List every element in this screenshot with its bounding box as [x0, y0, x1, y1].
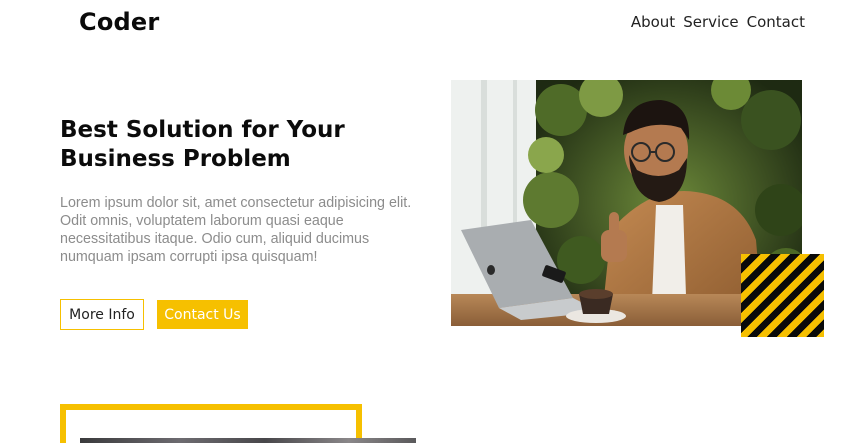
- site-logo[interactable]: Coder: [79, 8, 159, 36]
- hero-description: Lorem ipsum dolor sit, amet consectetur …: [60, 195, 412, 265]
- hero-title: Best Solution for Your Business Problem: [60, 117, 345, 172]
- feature-image: [80, 438, 416, 443]
- nav-contact[interactable]: Contact: [747, 13, 805, 31]
- contact-us-button[interactable]: Contact Us: [157, 300, 248, 329]
- more-info-button[interactable]: More Info: [60, 299, 144, 330]
- main-nav: About Service Contact: [631, 13, 805, 31]
- striped-accent-block: [741, 254, 824, 337]
- nav-about[interactable]: About: [631, 13, 675, 31]
- nav-service[interactable]: Service: [683, 13, 738, 31]
